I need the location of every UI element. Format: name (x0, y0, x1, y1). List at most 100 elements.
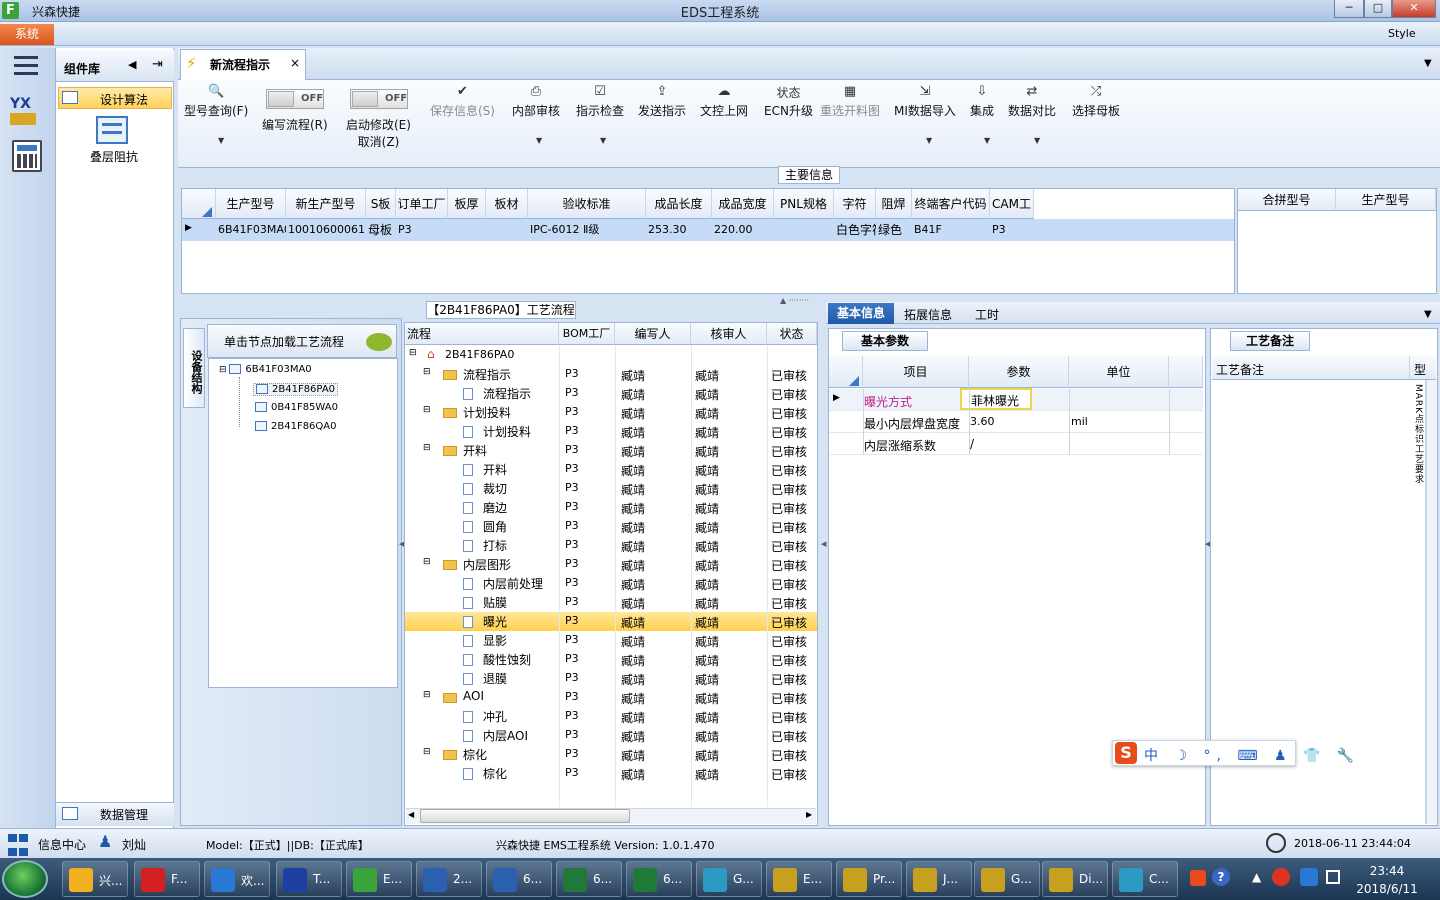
flow-row[interactable]: 内层AOI P3 臧靖 臧靖 已审核 (405, 726, 817, 745)
taskbar-app-button[interactable]: Pr... (836, 861, 902, 897)
tab-process-remark[interactable]: 工艺备注 (1230, 331, 1310, 351)
dropdown-arrow-icon[interactable]: ▼ (984, 136, 990, 145)
flow-row[interactable]: 棕化 P3 臧靖 臧靖 已审核 (405, 764, 817, 783)
splitter-handle[interactable]: ▲ ········ (780, 296, 809, 305)
taskbar-app-button[interactable]: Di... (1042, 861, 1108, 897)
yx-factory-icon[interactable]: YX (10, 96, 44, 128)
sogou-logo-icon[interactable]: S (1115, 742, 1137, 764)
flow-row[interactable]: 贴膜 P3 臧靖 臧靖 已审核 (405, 593, 817, 612)
collapse-left-icon[interactable]: ◀ (128, 58, 136, 71)
col-unit[interactable]: 单位 (1069, 356, 1169, 388)
dropdown-arrow-icon[interactable]: ▼ (926, 136, 932, 145)
param-row[interactable]: 内层涨缩系数 / (829, 433, 1203, 455)
column-header[interactable]: CAM工厂 (990, 189, 1034, 241)
column-header[interactable]: 生产型号 (216, 189, 286, 219)
col-status[interactable]: 状态 (767, 323, 817, 345)
flow-row[interactable]: 显影 P3 臧靖 臧靖 已审核 (405, 631, 817, 650)
taskbar-app-button[interactable]: F... (134, 861, 200, 897)
column-header[interactable]: 阻焊 (876, 189, 912, 219)
col-item[interactable]: 项目 (863, 356, 969, 388)
ribbon-button[interactable]: ⇄ 数据对比 (1008, 84, 1056, 119)
right-tab-chevron-icon[interactable]: ▼ (1424, 309, 1432, 320)
taskbar-app-button[interactable]: E... (346, 861, 412, 897)
toggle-switch[interactable]: OFF (350, 89, 408, 109)
col-author[interactable]: 编写人 (615, 323, 691, 345)
flow-row[interactable]: 开料 P3 臧靖 臧靖 已审核 (405, 460, 817, 479)
ime-status-icons[interactable]: 中 ☽ °, ⌨ ♟ 👕 🔧 (1144, 745, 1360, 765)
flow-row[interactable]: ⊟ 计划投料 P3 臧靖 臧靖 已审核 (405, 403, 817, 422)
close-button[interactable]: ✕ (1392, 0, 1436, 18)
column-header[interactable]: S板 (366, 189, 396, 219)
ribbon-button[interactable]: 状态 ECN升级 (764, 84, 813, 119)
column-header[interactable]: 成品宽度 (712, 189, 774, 219)
exposure-mode-input[interactable]: 菲林曝光 (960, 388, 1032, 410)
display-tray-icon[interactable] (1326, 870, 1340, 884)
system-menu[interactable]: 系统 (0, 24, 54, 45)
taskbar-app-button[interactable]: 6... (626, 861, 692, 897)
col-param[interactable]: 参数 (969, 356, 1069, 388)
flow-row[interactable]: ⊟ 棕化 P3 臧靖 臧靖 已审核 (405, 745, 817, 764)
column-header[interactable]: 字符 (834, 189, 876, 219)
tray-expand-icon[interactable]: ▲ (1252, 870, 1261, 884)
info-center-label[interactable]: 信息中心 (38, 836, 86, 853)
menu-icon[interactable] (14, 56, 38, 76)
param-row[interactable]: 最小内层焊盘宽度 3.60 mil (829, 411, 1203, 433)
ribbon-button[interactable]: ⤮ 选择母板 (1072, 84, 1120, 119)
flow-row[interactable]: 冲孔 P3 臧靖 臧靖 已审核 (405, 707, 817, 726)
flow-row[interactable]: ⊟ 流程指示 P3 臧靖 臧靖 已审核 (405, 365, 817, 384)
ribbon-button[interactable]: ✔ 保存信息(S) (430, 84, 495, 119)
dropdown-arrow-icon[interactable]: ▼ (1034, 136, 1040, 145)
tree-node-child[interactable]: 0B41F85WA0 (255, 402, 338, 413)
laminate-impedance-label[interactable]: 叠层阻抗 (90, 148, 138, 165)
taskbar-app-button[interactable]: G... (696, 861, 762, 897)
sogou-tray-icon[interactable] (1190, 870, 1206, 886)
tab-basic-info[interactable]: 基本信息 (828, 303, 894, 324)
flow-row[interactable]: ⊟ AOI P3 臧靖 臧靖 已审核 (405, 688, 817, 707)
column-header[interactable]: PNL规格 (774, 189, 834, 219)
ribbon-button[interactable]: ☁ 文控上网 (700, 84, 748, 119)
col-flow[interactable]: 流程 (405, 323, 559, 345)
taskbar-app-button[interactable]: G... (974, 861, 1040, 897)
ribbon-button[interactable]: 启动修改(E) 取消(Z) (346, 116, 411, 150)
taskbar-app-button[interactable]: 兴... (62, 861, 128, 897)
flow-row[interactable]: 曝光 P3 臧靖 臧靖 已审核 (405, 612, 817, 631)
equipment-structure-tab[interactable]: 设备结构 (183, 328, 205, 408)
column-header[interactable]: 板材 (486, 189, 528, 219)
taskbar-app-button[interactable]: E... (766, 861, 832, 897)
col-production-model[interactable]: 生产型号 (1336, 189, 1436, 211)
remark-column-header[interactable]: 工艺备注 (1212, 356, 1410, 380)
flow-row[interactable]: ⊟ 内层图形 P3 臧靖 臧靖 已审核 (405, 555, 817, 574)
tree-node-root[interactable]: ⊟ 6B41F03MA0 (219, 364, 312, 375)
col-merge-model[interactable]: 合拼型号 (1238, 189, 1336, 211)
ribbon-button[interactable]: ⎙ 内部审核 (512, 84, 560, 119)
flow-row[interactable]: 退膜 P3 臧靖 臧靖 已审核 (405, 669, 817, 688)
pin-icon[interactable]: ⇥ (152, 57, 163, 72)
scroll-right-icon[interactable]: ▶ (806, 810, 812, 819)
column-header[interactable]: 验收标准 (528, 189, 646, 219)
taskbar-clock[interactable]: 23:44 2018/6/11 (1352, 862, 1422, 898)
remark-type-header[interactable]: 型 (1410, 356, 1436, 380)
toggle-switch[interactable]: OFF (266, 89, 324, 109)
column-header[interactable]: 成品长度 (646, 189, 712, 219)
flow-root-row[interactable]: ⊟ ⌂ 2B41F86PA0 (405, 346, 817, 365)
dropdown-arrow-icon[interactable]: ▼ (600, 136, 606, 145)
tab-basic-params[interactable]: 基本参数 (842, 331, 928, 351)
flow-row[interactable]: 裁切 P3 臧靖 臧靖 已审核 (405, 479, 817, 498)
col-bom-factory[interactable]: BOM工厂 (559, 323, 615, 345)
security-tray-icon[interactable] (1272, 868, 1290, 886)
taskbar-app-button[interactable]: 2... (416, 861, 482, 897)
help-tray-icon[interactable]: ? (1212, 868, 1230, 886)
scrollbar-thumb[interactable] (420, 809, 630, 823)
laminate-impedance-icon[interactable] (96, 116, 128, 144)
calculator-icon[interactable] (12, 140, 42, 172)
grid-icon[interactable] (7, 832, 29, 856)
taskbar-app-button[interactable]: 6... (486, 861, 552, 897)
dropdown-arrow-icon[interactable]: ▼ (536, 136, 542, 145)
taskbar-app-button[interactable]: 欢... (204, 861, 270, 897)
network-tray-icon[interactable] (1300, 868, 1318, 886)
tab-menu-chevron-icon[interactable]: ▼ (1424, 58, 1432, 69)
style-menu[interactable]: Style (1388, 27, 1416, 40)
taskbar-app-button[interactable]: C... (1112, 861, 1178, 897)
start-button-icon[interactable] (2, 860, 48, 898)
col-reviewer[interactable]: 核审人 (691, 323, 767, 345)
